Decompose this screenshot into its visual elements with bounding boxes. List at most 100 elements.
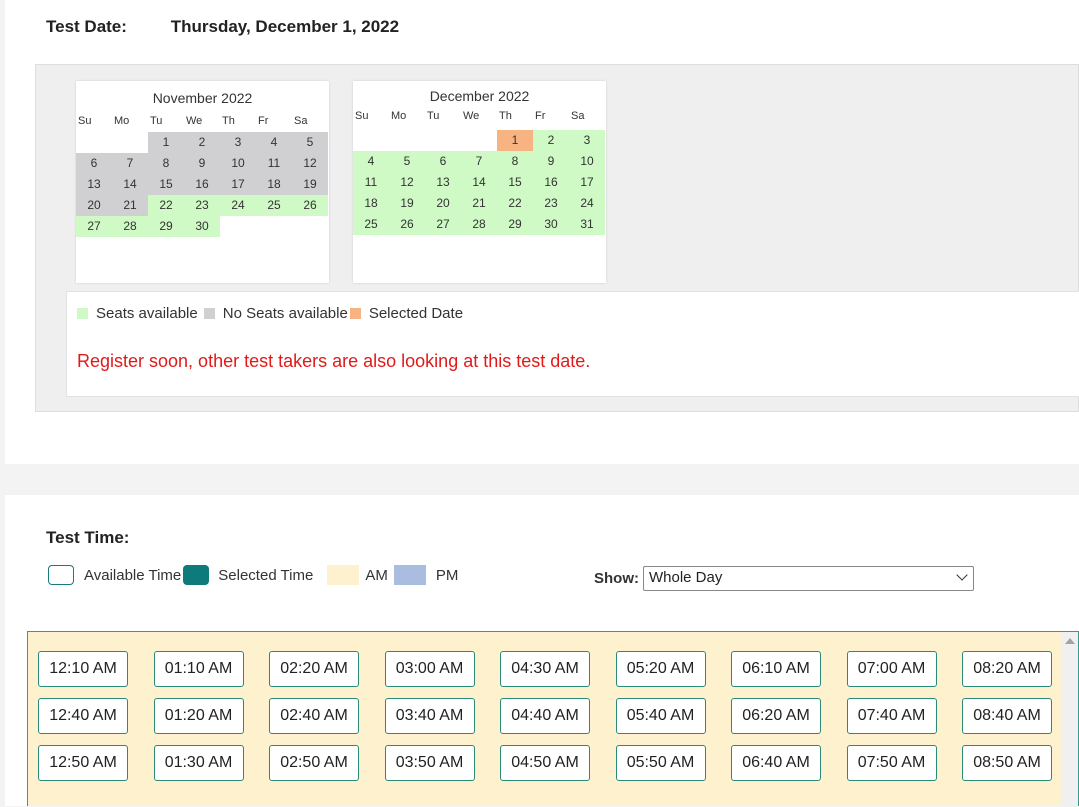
time-slot-button[interactable]: 05:40 AM	[615, 698, 706, 734]
calendar-day-available[interactable]: 21	[461, 193, 497, 214]
calendar-day-available[interactable]: 17	[569, 172, 605, 193]
available-time-swatch	[48, 565, 74, 585]
time-slot-button[interactable]: 07:40 AM	[846, 698, 937, 734]
time-slot-button[interactable]: 02:50 AM	[269, 745, 359, 781]
seats-available-label: Seats available	[96, 305, 198, 322]
pm-swatch	[393, 565, 426, 585]
time-slot-button[interactable]: 12:50 AM	[38, 745, 128, 781]
calendar-week-row: 12345	[76, 132, 329, 153]
legend-row: Seats available No Seats available Selec…	[77, 305, 463, 322]
calendar-empty-cell	[461, 130, 497, 151]
calendar-day-available[interactable]: 3	[569, 130, 605, 151]
time-slot-button[interactable]: 12:40 AM	[38, 698, 128, 734]
calendar-week-row: 20 21 22 23 24 25 26	[76, 195, 329, 216]
calendar-day-available[interactable]: 20	[425, 193, 461, 214]
time-slot-button[interactable]: 04:30 AM	[500, 651, 590, 687]
calendar-day-available[interactable]: 25	[256, 195, 292, 216]
time-slot-button[interactable]: 06:20 AM	[731, 698, 821, 734]
calendar-november: November 2022 Su Mo Tu We Th Fr Sa 1 2 3 4 5 6 7 8 9 10…	[76, 81, 329, 283]
calendar-day-available[interactable]: 28	[461, 214, 497, 235]
calendar-day-available[interactable]: 26	[389, 214, 425, 235]
calendar-weeks: 1 2 3 4 5 6 7 8 9 10 11 12 13 14 15 16 17 18 19 20 21 22 23 24 2…	[353, 130, 606, 235]
time-slot-button[interactable]: 12:10 AM	[38, 651, 128, 687]
time-slot-button[interactable]: 03:50 AM	[384, 745, 475, 781]
calendar-day-available[interactable]: 26	[292, 195, 328, 216]
calendar-day-available[interactable]: 7	[461, 151, 497, 172]
chevron-down-icon	[956, 569, 968, 581]
calendar-day-available[interactable]: 22	[497, 193, 533, 214]
calendar-day-available[interactable]: 29	[497, 214, 533, 235]
time-slot-button[interactable]: 06:10 AM	[731, 651, 821, 687]
calendar-day-available[interactable]: 24	[569, 193, 605, 214]
calendar-day-no-seats: 5	[292, 132, 328, 153]
calendar-day-available[interactable]: 9	[533, 151, 569, 172]
calendar-day-available[interactable]: 23	[184, 195, 220, 216]
time-slot-button[interactable]: 06:40 AM	[731, 745, 821, 781]
calendar-day-available[interactable]: 19	[389, 193, 425, 214]
time-slot-button[interactable]: 05:20 AM	[615, 651, 706, 687]
time-slot-button[interactable]: 08:50 AM	[962, 745, 1052, 781]
calendar-day-available[interactable]: 22	[148, 195, 184, 216]
calendar-day-available[interactable]: 30	[184, 216, 220, 237]
time-slot-button[interactable]: 04:50 AM	[500, 745, 590, 781]
weekday-header: Su Mo Tu We Th Fr Sa	[353, 110, 606, 130]
calendar-day-no-seats: 13	[76, 174, 112, 195]
calendar-day-available[interactable]: 25	[353, 214, 389, 235]
weekday-label: Sa	[294, 115, 308, 127]
time-slot-button[interactable]: 01:20 AM	[153, 698, 244, 734]
calendar-day-available[interactable]: 24	[220, 195, 256, 216]
selected-time-swatch	[183, 565, 210, 585]
calendar-day-available[interactable]: 12	[389, 172, 425, 193]
calendar-day-available[interactable]: 31	[569, 214, 605, 235]
calendar-day-available[interactable]: 4	[353, 151, 389, 172]
calendar-empty-cell	[256, 216, 292, 237]
calendar-day-available[interactable]: 28	[112, 216, 148, 237]
calendar-day-no-seats: 6	[76, 153, 112, 174]
seats-available-swatch	[77, 308, 88, 319]
time-slot-button[interactable]: 04:40 AM	[500, 698, 590, 734]
time-slot-button[interactable]: 03:00 AM	[384, 651, 475, 687]
calendar-day-available[interactable]: 30	[533, 214, 569, 235]
time-slot-button[interactable]: 01:10 AM	[153, 651, 244, 687]
calendar-day-available[interactable]: 27	[76, 216, 112, 237]
time-slot-row: 12:50 AM 01:30 AM 02:50 AM 03:50 AM 04:50 AM…	[38, 745, 1078, 781]
calendar-day-available[interactable]: 5	[389, 151, 425, 172]
calendar-day-available[interactable]: 29	[148, 216, 184, 237]
calendar-empty-cell	[76, 132, 112, 153]
time-slot-button[interactable]: 08:20 AM	[962, 651, 1052, 687]
calendar-day-available[interactable]: 18	[353, 193, 389, 214]
time-slot-button[interactable]: 08:40 AM	[962, 698, 1052, 734]
time-slot-button[interactable]: 02:40 AM	[269, 698, 359, 734]
time-legend: Available Time Selected Time AM PM	[48, 565, 458, 585]
time-slot-button[interactable]: 02:20 AM	[269, 651, 359, 687]
calendar-week-row: 6 7 8 9 10 11 12	[76, 153, 329, 174]
time-slot-button[interactable]: 03:40 AM	[384, 698, 475, 734]
calendar-day-available[interactable]: 10	[569, 151, 605, 172]
calendar-day-available[interactable]: 27	[425, 214, 461, 235]
time-slot-button[interactable]: 07:50 AM	[846, 745, 937, 781]
time-slot-button[interactable]: 05:50 AM	[615, 745, 706, 781]
scroll-up-arrow-icon[interactable]	[1065, 638, 1075, 644]
calendar-day-no-seats: 3	[220, 132, 256, 153]
show-dropdown[interactable]: Whole Day	[643, 566, 974, 591]
calendar-day-available[interactable]: 23	[533, 193, 569, 214]
time-slot-button[interactable]: 07:00 AM	[846, 651, 937, 687]
time-slot-button[interactable]: 01:30 AM	[153, 745, 244, 781]
test-date-header: Test Date: Thursday, December 1, 2022	[46, 17, 399, 37]
calendar-day-available[interactable]: 11	[353, 172, 389, 193]
calendar-day-available[interactable]: 15	[497, 172, 533, 193]
time-slot-scrollbar[interactable]	[1061, 632, 1078, 807]
calendar-day-available[interactable]: 14	[461, 172, 497, 193]
weekday-label: Mo	[114, 115, 130, 127]
calendar-day-available[interactable]: 2	[533, 130, 569, 151]
calendar-day-available[interactable]: 16	[533, 172, 569, 193]
calendar-day-no-seats: 4	[256, 132, 292, 153]
calendar-container: November 2022 Su Mo Tu We Th Fr Sa 1 2 3 4 5 6 7 8 9 10…	[35, 64, 1079, 412]
calendar-day-available[interactable]: 13	[425, 172, 461, 193]
test-date-label: Test Date:	[46, 17, 127, 36]
calendar-day-selected[interactable]: 1	[497, 130, 533, 151]
calendar-day-no-seats: 15	[148, 174, 184, 195]
weekday-label: Fr	[535, 110, 546, 122]
calendar-day-available[interactable]: 6	[425, 151, 461, 172]
calendar-day-available[interactable]: 8	[497, 151, 533, 172]
